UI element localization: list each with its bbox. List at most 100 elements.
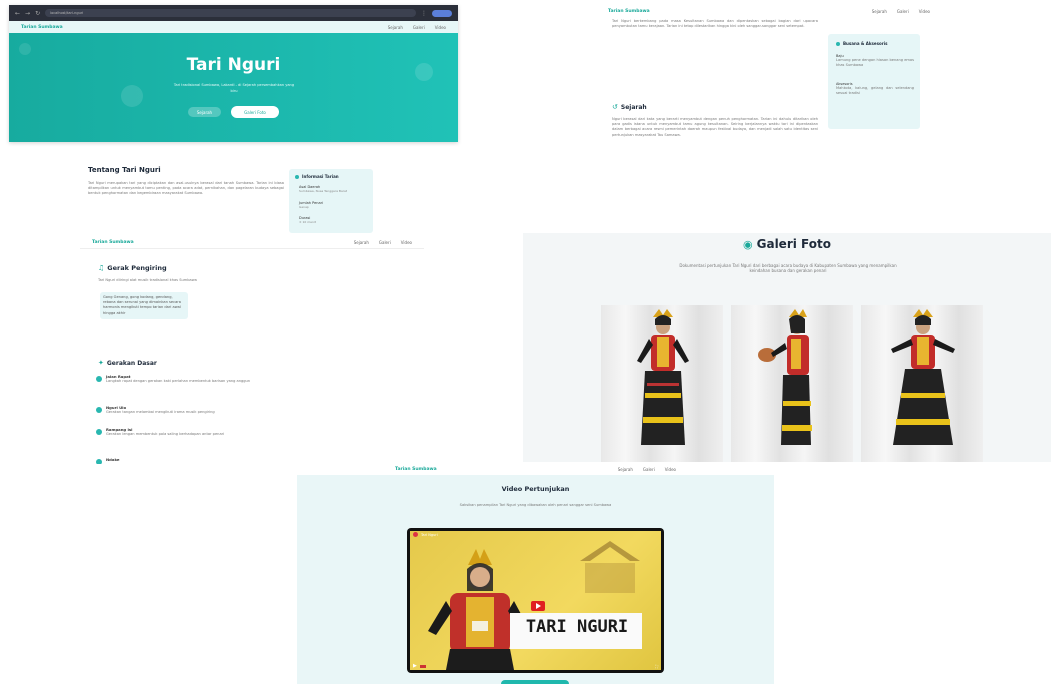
gallery-photo[interactable] — [861, 305, 983, 462]
hero-bubble — [121, 85, 143, 107]
sejarah-intro: Tari Nguri berkembang pada masa Kesultan… — [612, 19, 818, 29]
top-nav: Tarian Sumbawa Sejarah Galeri Video — [297, 463, 774, 475]
about-paragraph: Tari Nguri merupakan tari yang diciptaka… — [88, 181, 284, 196]
gerak-title: Gerak Pengiring — [107, 264, 167, 272]
gerak-screenshot: Tarian Sumbawa Sejarah Galeri Video ♫ Ge… — [80, 237, 424, 464]
info-item: Jumlah Penari Genap — [299, 201, 324, 209]
dancer-figure — [637, 309, 689, 445]
hero-subtitle: Tari tradisional Sumbawa, Lakardi - di S… — [173, 83, 295, 87]
back-icon[interactable]: ← — [15, 10, 20, 17]
video-title: Video Pertunjukan — [501, 485, 570, 493]
top-nav: Tarian Sumbawa Sejarah Galeri Video — [596, 5, 942, 17]
hero-title: Tari Nguri — [186, 55, 281, 75]
gallery-photo[interactable] — [601, 305, 723, 462]
top-nav: Tarian Sumbawa Sejarah Galeri Video — [80, 237, 424, 249]
reload-icon[interactable]: ↻ — [35, 10, 40, 17]
step-icon — [96, 407, 102, 413]
profile-icon[interactable] — [432, 9, 452, 17]
info-card-title: Informasi Tarian — [302, 174, 339, 179]
sejarah-screenshot: Tarian Sumbawa Sejarah Galeri Video Tari… — [596, 5, 942, 235]
dancer-figure — [891, 309, 955, 445]
galeri-title: Galeri Foto — [756, 237, 831, 251]
busana-item: Aksesoris Mahkota, kalung, gelang dan se… — [836, 82, 914, 96]
video-top-bar: Tari Nguri — [413, 532, 438, 537]
gerakan-title: Gerakan Dasar — [106, 359, 157, 367]
temple-roof-graphic — [428, 541, 642, 670]
forward-icon[interactable]: → — [25, 10, 30, 17]
fullscreen-icon[interactable]: ⛶ — [655, 664, 658, 669]
sejarah-paragraph: Nguri berasal dari kata yang berarti men… — [612, 117, 818, 137]
hero-bubble — [19, 43, 31, 55]
nav-link-video[interactable]: Video — [665, 467, 676, 472]
galeri-desc: Dokumentasi pertunjukan Tari Nguri dari … — [679, 263, 897, 274]
gerakan-item: Jalan Rapat Langkah rapat dengan gerakan… — [96, 374, 301, 384]
about-screenshot: Tentang Tari Nguri Tari Nguri merupakan … — [78, 159, 380, 237]
busana-item: Baju Lamung pene dengan hiasan benang em… — [836, 54, 914, 68]
camera-icon: ◉ — [743, 237, 753, 251]
busana-card: Busana & Aksesoris Baju Lamung pene deng… — [828, 34, 920, 129]
gerak-header: ♫ Gerak Pengiring — [98, 264, 167, 272]
video-player[interactable]: TARI NGURI Tari Nguri ▶ ⛶ — [407, 528, 664, 673]
gerakan-item: Rampang Isi Gerakan lengan membentuk pol… — [96, 427, 301, 437]
nav-brand[interactable]: Tarian Sumbawa — [92, 240, 134, 245]
about-title: Tentang Tari Nguri — [88, 166, 161, 174]
step-icon — [96, 429, 102, 435]
sejarah-title: Sejarah — [620, 103, 647, 111]
dancer-figure — [758, 309, 812, 445]
gallery-photo[interactable] — [731, 305, 853, 462]
video-desc: Saksikan penampilan Tari Nguri yang diba… — [459, 503, 612, 507]
step-icon — [96, 459, 102, 464]
busana-card-header: Busana & Aksesoris — [836, 41, 888, 46]
video-bottom-button[interactable] — [501, 680, 569, 684]
step-icon — [96, 376, 102, 382]
channel-avatar — [413, 532, 418, 537]
info-card: Informasi Tarian Asal Daerah Sumbawa, Nu… — [289, 169, 373, 233]
dance-icon: ✦ — [98, 359, 104, 367]
browser-bar: ← → ↻ localhost/tari-nguri ⋮ — [9, 5, 458, 21]
nav-link-video[interactable]: Video — [401, 240, 412, 245]
hero-screenshot: ← → ↻ localhost/tari-nguri ⋮ Tarian Sumb… — [9, 5, 458, 142]
galeri-screenshot: ◉ Galeri Foto Dokumentasi pertunjukan Ta… — [523, 233, 1051, 462]
info-item: Durasi ± 10 menit — [299, 216, 316, 224]
info-card-header: Informasi Tarian — [295, 174, 339, 179]
nav-link-galeri[interactable]: Galeri — [897, 9, 909, 14]
nav-brand[interactable]: Tarian Sumbawa — [608, 9, 650, 14]
gerak-desc: Tari Nguri diiringi alat musik tradision… — [98, 278, 197, 282]
hero-button-galeri[interactable]: Galeri Foto — [231, 106, 279, 118]
hero-subtitle-2: biru — [230, 89, 238, 93]
nav-link-galeri[interactable]: Galeri — [379, 240, 391, 245]
nav-link-sejarah[interactable]: Sejarah — [388, 25, 403, 30]
nav-brand[interactable]: Tarian Sumbawa — [395, 467, 437, 472]
nav-link-sejarah[interactable]: Sejarah — [618, 467, 633, 472]
volume-icon[interactable] — [419, 664, 426, 668]
extensions-icon[interactable]: ⋮ — [421, 10, 427, 17]
history-icon: ↺ — [612, 103, 618, 111]
hero-button-sejarah[interactable]: Sejarah — [188, 107, 221, 117]
busana-card-title: Busana & Aksesoris — [843, 41, 888, 46]
video-screenshot: Tarian Sumbawa Sejarah Galeri Video Vide… — [297, 463, 774, 684]
nav-link-sejarah[interactable]: Sejarah — [354, 240, 369, 245]
gerakan-item: Ndake — [96, 457, 301, 464]
nav-brand[interactable]: Tarian Sumbawa — [21, 25, 63, 30]
video-overlay-title: TARI NGURI — [525, 617, 629, 637]
info-icon — [295, 174, 299, 179]
video-frame: TARI NGURI — [410, 531, 661, 670]
gerakan-item: Nguri Ulo Gerakan tangan melambai mengik… — [96, 405, 301, 415]
info-item: Asal Daerah Sumbawa, Nusa Tenggara Barat — [299, 185, 348, 193]
nav-link-sejarah[interactable]: Sejarah — [872, 9, 887, 14]
sejarah-header: ↺ Sejarah — [612, 103, 647, 111]
nav-link-video[interactable]: Video — [435, 25, 446, 30]
nav-link-galeri[interactable]: Galeri — [413, 25, 425, 30]
play-icon[interactable]: ▶ — [413, 663, 417, 669]
galeri-header: ◉ Galeri Foto — [523, 237, 1051, 251]
nav-link-galeri[interactable]: Galeri — [643, 467, 655, 472]
top-nav: Tarian Sumbawa Sejarah Galeri Video — [9, 21, 458, 33]
music-icon: ♫ — [98, 264, 105, 272]
address-bar[interactable]: localhost/tari-nguri — [45, 9, 416, 17]
gerakan-header: ✦ Gerakan Dasar — [98, 359, 157, 367]
nav-link-video[interactable]: Video — [919, 9, 930, 14]
gerak-list-card: Gong Genang, gong kodang, gendang, reban… — [100, 292, 188, 319]
star-icon — [836, 41, 840, 46]
video-controls[interactable]: ▶ — [413, 663, 426, 669]
channel-name: Tari Nguri — [421, 532, 438, 537]
